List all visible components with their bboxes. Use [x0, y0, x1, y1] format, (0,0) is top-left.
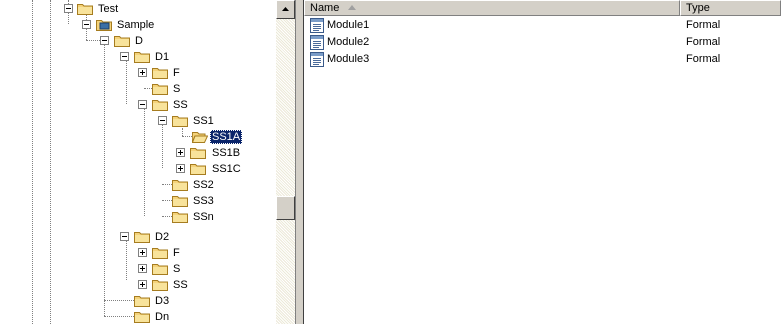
tree-node-d2[interactable]: D2	[153, 230, 171, 244]
folder-icon	[152, 68, 168, 79]
tree-node-test[interactable]: Test	[96, 2, 120, 16]
folder-icon	[134, 52, 150, 63]
scroll-thumb[interactable]	[276, 196, 295, 220]
tree-guide-line	[182, 136, 192, 137]
tree-node-d2-s[interactable]: S	[171, 262, 182, 276]
tree-node-ss2[interactable]: SS2	[191, 178, 216, 192]
folder-icon	[152, 84, 168, 95]
folder-icon	[114, 36, 130, 47]
tree-node-d2-f[interactable]: F	[171, 246, 182, 260]
tree-guide-line	[126, 60, 127, 104]
folder-icon	[152, 264, 168, 275]
collapse-toggle[interactable]	[100, 36, 109, 45]
collapse-toggle[interactable]	[64, 4, 73, 13]
tree-guide-line	[104, 300, 134, 301]
tree-guide-line	[32, 0, 33, 324]
folder-tree[interactable]: Test Sample D D1 F S SS SS1 SS1A SS1B SS…	[0, 0, 276, 324]
tree-guide-line	[144, 88, 152, 89]
collapse-toggle[interactable]	[120, 232, 129, 241]
project-icon	[96, 20, 112, 31]
tree-node-sample[interactable]: Sample	[115, 18, 156, 32]
expand-toggle[interactable]	[138, 264, 147, 273]
tree-guide-line	[104, 44, 105, 316]
tree-guide-line	[162, 200, 172, 201]
tree-guide-line	[182, 128, 183, 136]
tree-guide-line	[144, 108, 145, 216]
column-header-name-label: Name	[310, 2, 340, 14]
tree-node-ss1a[interactable]: SS1A	[210, 130, 243, 144]
tree-node-d1-s[interactable]: S	[171, 82, 182, 96]
collapse-toggle[interactable]	[120, 52, 129, 61]
list-item[interactable]: Module1 Formal	[304, 17, 781, 34]
expand-toggle[interactable]	[176, 164, 185, 173]
column-header-name[interactable]: Name	[304, 0, 680, 16]
tree-node-d1-ss[interactable]: SS	[171, 98, 190, 112]
tree-guide-line	[126, 236, 127, 280]
module-icon	[310, 52, 324, 67]
tree-node-d1-f[interactable]: F	[171, 66, 182, 80]
scroll-up-button[interactable]	[276, 0, 295, 19]
tree-guide-line	[86, 40, 100, 41]
folder-icon	[77, 4, 93, 15]
column-header-type-label: Type	[686, 2, 710, 14]
expand-toggle[interactable]	[176, 148, 185, 157]
tree-node-d[interactable]: D	[133, 34, 145, 48]
column-header-type[interactable]: Type	[680, 0, 781, 16]
module-type: Formal	[686, 19, 721, 31]
open-folder-icon	[192, 132, 208, 143]
folder-icon	[172, 116, 188, 127]
module-name: Module3	[327, 53, 370, 65]
tree-node-ss1b[interactable]: SS1B	[210, 146, 242, 160]
collapse-toggle[interactable]	[138, 100, 147, 109]
expand-toggle[interactable]	[138, 68, 147, 77]
folder-icon	[134, 296, 150, 307]
module-icon	[310, 18, 324, 33]
module-type: Formal	[686, 53, 721, 65]
expand-toggle[interactable]	[138, 248, 147, 257]
tree-node-d3[interactable]: D3	[153, 294, 171, 308]
list-item[interactable]: Module3 Formal	[304, 51, 781, 68]
tree-vertical-scrollbar[interactable]	[276, 0, 295, 324]
folder-icon	[172, 212, 188, 223]
folder-icon	[172, 196, 188, 207]
tree-node-ss3[interactable]: SS3	[191, 194, 216, 208]
folder-icon	[190, 164, 206, 175]
tree-node-ss1c[interactable]: SS1C	[210, 162, 243, 176]
folder-icon	[134, 232, 150, 243]
tree-node-dn[interactable]: Dn	[153, 310, 171, 324]
tree-node-ssn[interactable]: SSn	[191, 210, 216, 224]
tree-node-d2-ss[interactable]: SS	[171, 278, 190, 292]
folder-icon	[152, 100, 168, 111]
tree-guide-line	[162, 216, 172, 217]
module-type: Formal	[686, 36, 721, 48]
module-name: Module2	[327, 36, 370, 48]
folder-icon	[152, 248, 168, 259]
collapse-toggle[interactable]	[82, 20, 91, 29]
folder-icon	[134, 312, 150, 323]
module-list[interactable]: Name Type Module1 Formal Module2 Formal …	[304, 0, 781, 324]
folder-icon	[152, 280, 168, 291]
sort-ascending-icon	[348, 5, 357, 10]
list-item[interactable]: Module2 Formal	[304, 34, 781, 51]
collapse-toggle[interactable]	[158, 116, 167, 125]
module-name: Module1	[327, 19, 370, 31]
tree-guide-line	[162, 124, 163, 168]
tree-node-d1[interactable]: D1	[153, 50, 171, 64]
arrow-up-icon	[282, 7, 289, 11]
tree-guide-line	[50, 0, 51, 324]
module-icon	[310, 35, 324, 50]
folder-icon	[172, 180, 188, 191]
pane-splitter[interactable]	[295, 0, 304, 324]
expand-toggle[interactable]	[138, 280, 147, 289]
tree-node-ss1[interactable]: SS1	[191, 114, 216, 128]
tree-guide-line	[162, 184, 172, 185]
tree-guide-line	[104, 316, 134, 317]
folder-icon	[190, 148, 206, 159]
